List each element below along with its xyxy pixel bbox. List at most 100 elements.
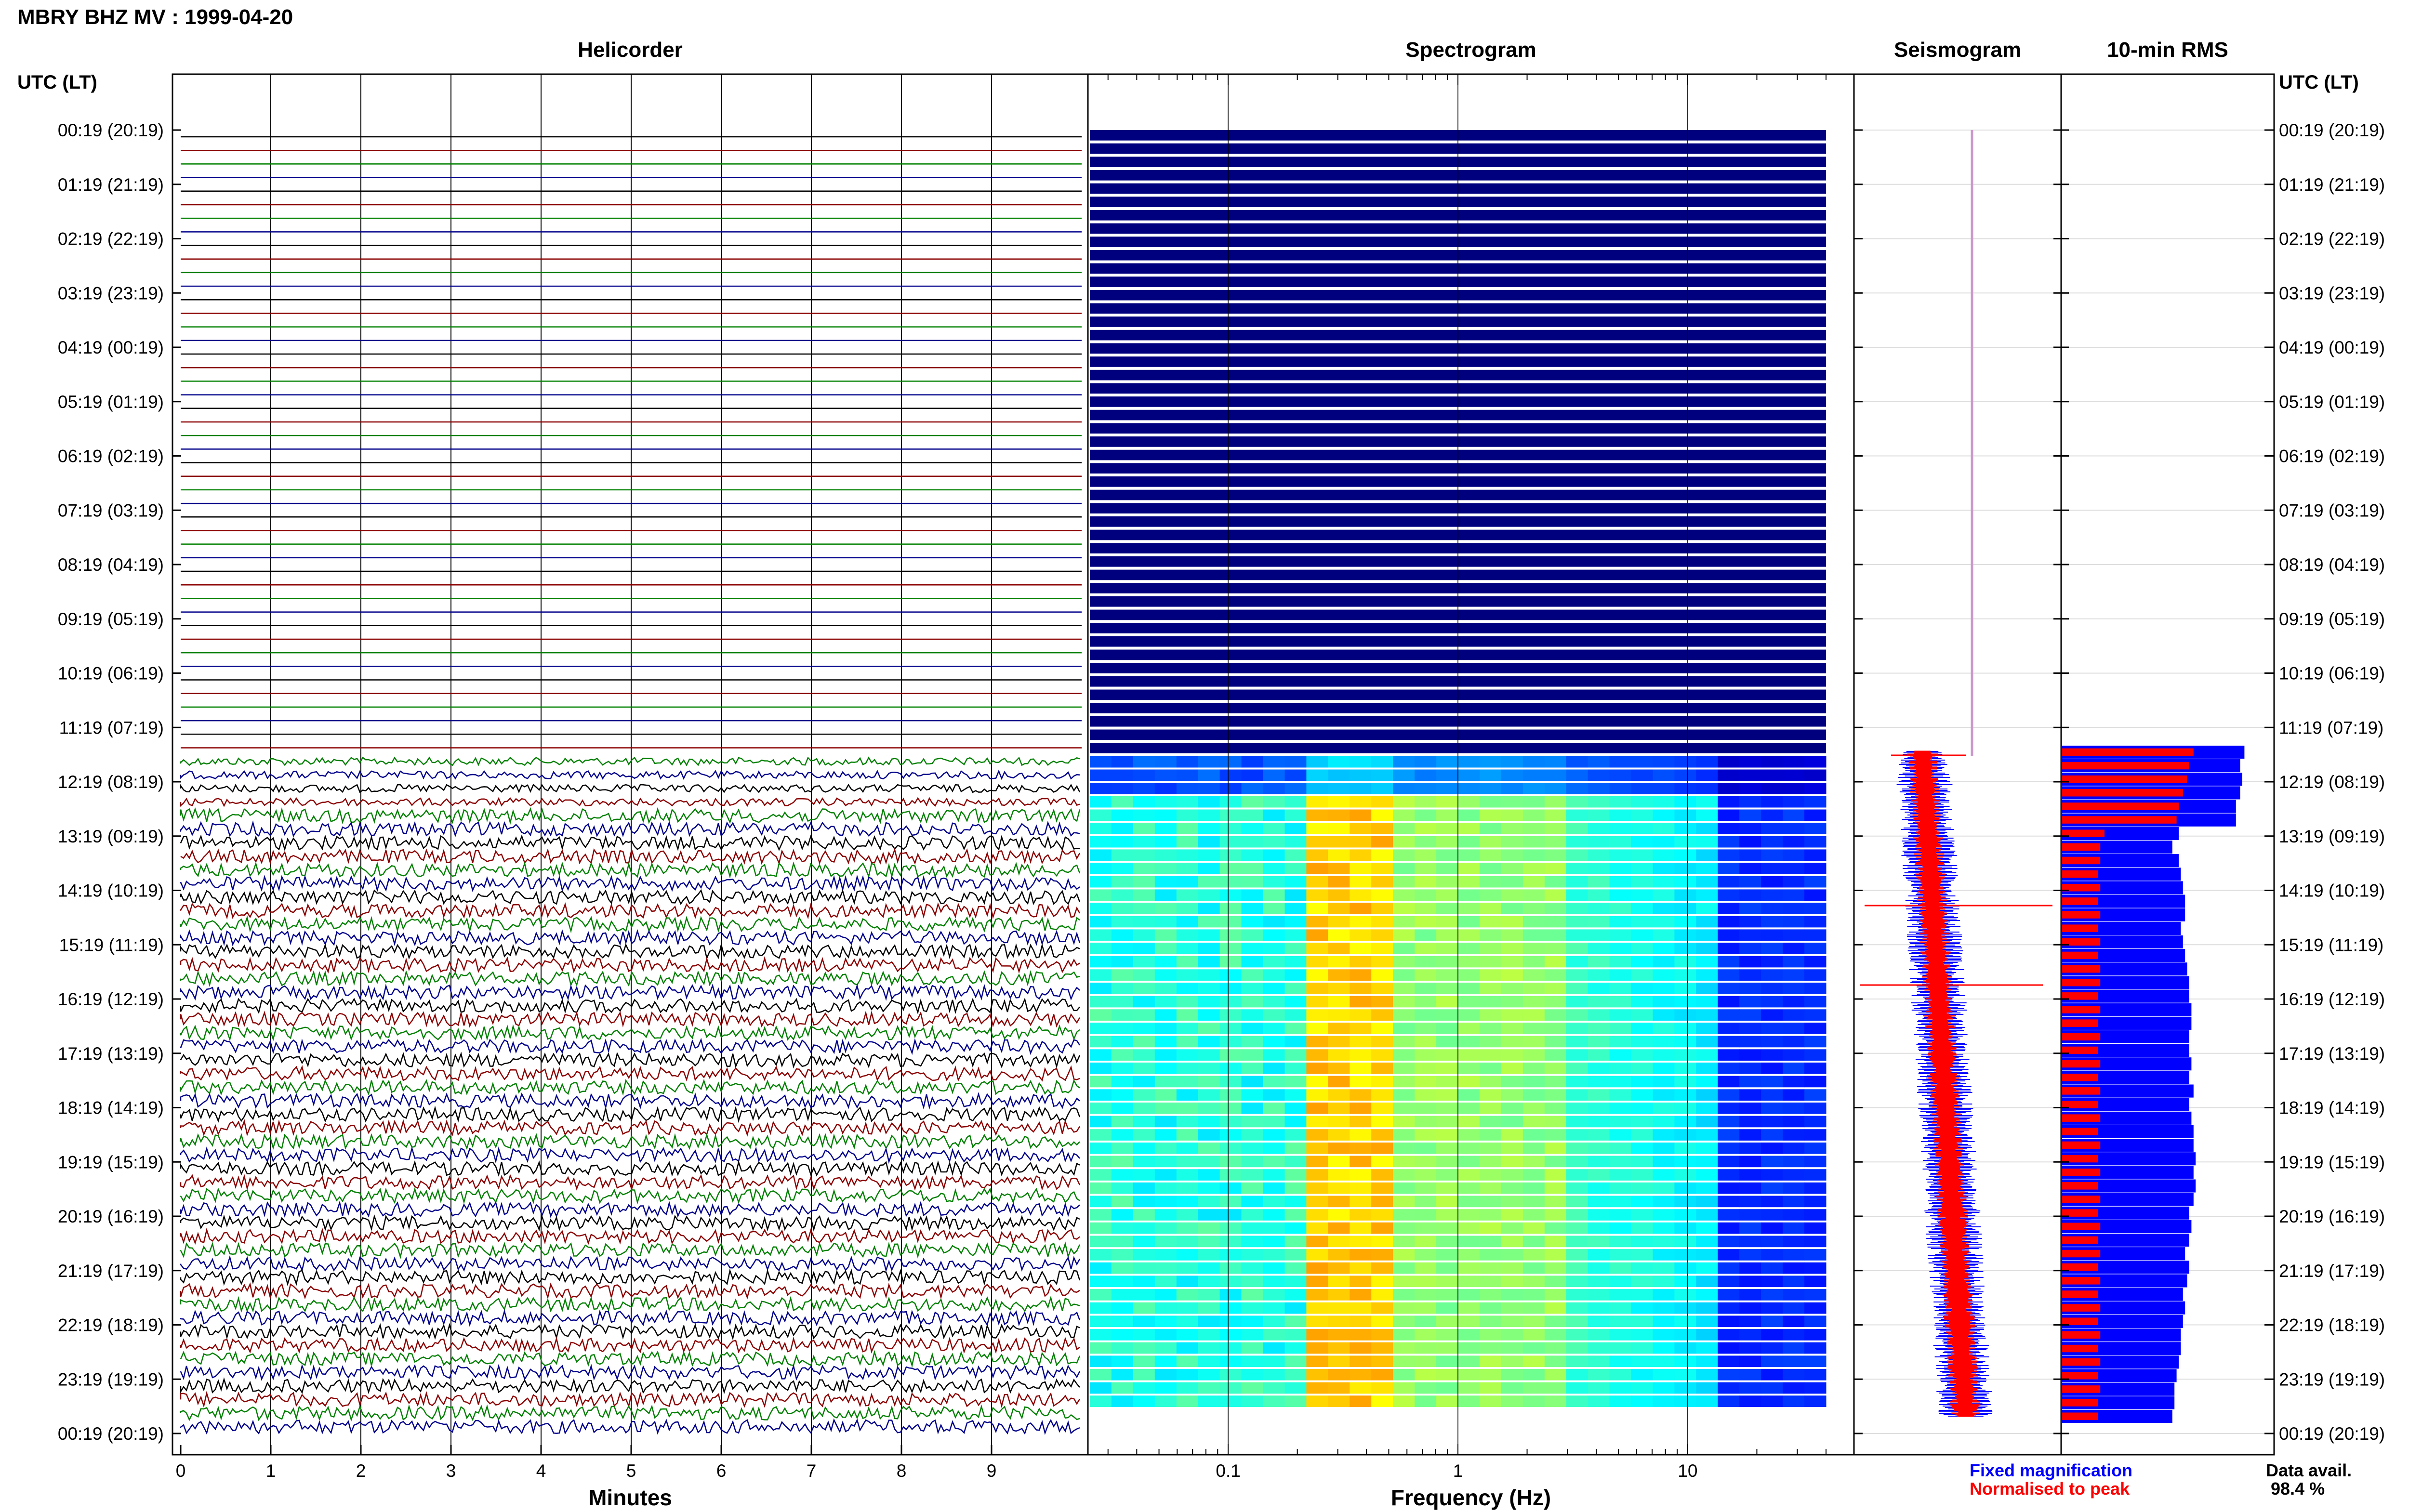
spectrogram-cell: [1133, 1329, 1155, 1341]
spectrogram-cell: [1458, 1156, 1480, 1168]
spectrogram-cell: [1306, 1289, 1328, 1301]
spectrogram-cell: [1761, 783, 1783, 794]
row-label-right: 21:19 (17:19): [2279, 1261, 2385, 1281]
spectrogram-cell: [1522, 1275, 1545, 1288]
spectrogram-cell: [1436, 1355, 1458, 1367]
spectrogram-cell: [1393, 783, 1415, 794]
spectrogram-cell: [1090, 889, 1112, 901]
spectrogram-cell: [1090, 1236, 1112, 1248]
spectrogram-cell: [1371, 956, 1393, 968]
helicorder-x-tick-label: 6: [716, 1461, 727, 1481]
spectrogram-cell: [1609, 1049, 1631, 1061]
spectrogram-cell: [1631, 756, 1653, 768]
spectrogram-cell: [1328, 1062, 1350, 1074]
spectrogram-cell: [1609, 756, 1631, 768]
spectrogram-cell: [1154, 783, 1177, 794]
spectrogram-cell: [1263, 796, 1285, 808]
rms-bar-normalised: [2062, 1236, 2098, 1244]
spectrogram-cell: [1566, 1169, 1588, 1181]
spectrogram-cell: [1371, 1049, 1393, 1061]
helicorder-trace: [180, 1078, 1080, 1096]
spectrogram-cell: [1739, 809, 1761, 821]
row-label-right: 07:19 (03:19): [2279, 500, 2385, 520]
spectrogram-cell: [1415, 1329, 1437, 1341]
spectrogram-cell: [1111, 1076, 1134, 1088]
spectrogram-cell: [1436, 863, 1458, 874]
spectrogram-cell: [1133, 943, 1155, 954]
spectrogram-cell: [1739, 1329, 1761, 1341]
spectrogram-cell: [1696, 1382, 1718, 1394]
spectrogram-cell: [1176, 849, 1199, 861]
spectrogram-cell: [1501, 983, 1523, 994]
spectrogram-cell: [1371, 783, 1393, 794]
spectrogram-cell: [1718, 969, 1740, 981]
spectrogram-cell: [1761, 756, 1783, 768]
spectrogram-cell: [1306, 1382, 1328, 1394]
spectrogram-cell: [1263, 956, 1285, 968]
spectrogram-cell: [1350, 796, 1372, 808]
spectrogram-cell: [1393, 1156, 1415, 1168]
spectrogram-cell: [1804, 929, 1827, 941]
spectrogram-cell: [1090, 836, 1112, 848]
spectrogram-cell: [1436, 1196, 1458, 1208]
spectrogram-cell: [1393, 889, 1415, 901]
spectrogram-cell: [1761, 769, 1783, 781]
spectrogram-cell: [1284, 1102, 1307, 1114]
spectrogram-cell: [1133, 1116, 1155, 1128]
spectrogram-cell: [1674, 836, 1696, 848]
spectrogram-cell: [1198, 1036, 1220, 1048]
row-label-left: 10:19 (06:19): [58, 664, 164, 684]
spectrogram-cell: [1609, 1169, 1631, 1181]
spectrogram-cell: [1588, 1102, 1610, 1114]
spectrogram-cell: [1653, 849, 1675, 861]
spectrogram-cell: [1696, 1262, 1718, 1274]
spectrogram-cell: [1479, 1395, 1502, 1407]
spectrogram-cell: [1544, 1355, 1567, 1367]
spectrogram-cell: [1783, 1169, 1805, 1181]
spectrogram-cell: [1393, 1236, 1415, 1248]
spectrogram-cell: [1566, 1023, 1588, 1034]
spectrogram-cell: [1479, 1262, 1502, 1274]
helicorder-trace: [180, 797, 1080, 807]
spectrogram-cell: [1263, 1169, 1285, 1181]
spectrogram-cell: [1739, 903, 1761, 914]
spectrogram-cell: [1176, 1236, 1199, 1248]
spectrogram-cell: [1631, 1249, 1653, 1261]
spectrogram-cell: [1328, 1129, 1350, 1141]
spectrogram-cell: [1631, 1116, 1653, 1128]
spectrogram-cell: [1674, 903, 1696, 914]
helicorder-x-tick-label: 7: [807, 1461, 817, 1481]
helicorder-trace: [180, 956, 1080, 974]
spectrogram-cell: [1544, 903, 1567, 914]
helicorder-panel: [180, 74, 1082, 1455]
spectrogram-cell: [1761, 863, 1783, 874]
spectrogram-cell: [1804, 1382, 1827, 1394]
spectrogram-cell: [1696, 943, 1718, 954]
spectrogram-cell: [1522, 1023, 1545, 1034]
spectrogram-cell: [1371, 1329, 1393, 1341]
spectrogram-cell: [1718, 1395, 1740, 1407]
spectrogram-cell: [1415, 916, 1437, 928]
spectrogram-cell: [1588, 1275, 1610, 1288]
spectrogram-cell: [1609, 836, 1631, 848]
helicorder-trace: [180, 902, 1081, 920]
spectrogram-cell: [1544, 1142, 1567, 1154]
spectrogram-cell: [1263, 863, 1285, 874]
spectrogram-cell: [1609, 1182, 1631, 1194]
spectrogram-cell: [1761, 1249, 1783, 1261]
spectrogram-cell: [1436, 876, 1458, 888]
spectrogram-cell: [1696, 1315, 1718, 1328]
spectrogram-cell: [1090, 1329, 1112, 1341]
spectrogram-cell: [1674, 916, 1696, 928]
spectrogram-cell: [1263, 1089, 1285, 1101]
spectrogram-cell: [1090, 1222, 1112, 1234]
spectrogram-cell: [1609, 1196, 1631, 1208]
spectrogram-cell: [1458, 1129, 1480, 1141]
spectrogram-cell: [1133, 1302, 1155, 1314]
spectrogram-cell: [1653, 1129, 1675, 1141]
spectrogram-cell: [1783, 1275, 1805, 1288]
spectrogram-cell: [1198, 1062, 1220, 1074]
spectrogram-cell: [1436, 796, 1458, 808]
spectrogram-cell: [1133, 1089, 1155, 1101]
helicorder-trace: [180, 915, 1080, 933]
